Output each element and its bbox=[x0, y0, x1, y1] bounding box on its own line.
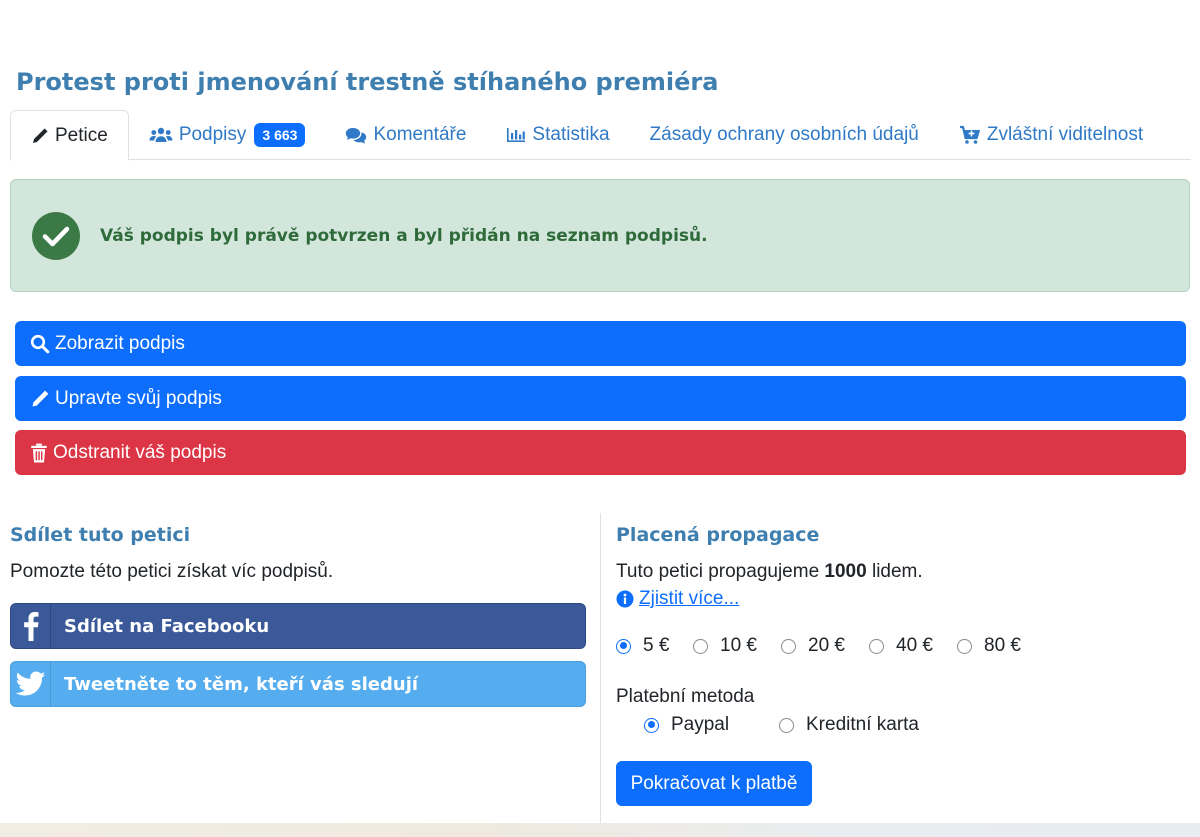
amount-label: 10 € bbox=[720, 635, 757, 656]
view-signature-button[interactable]: Zobrazit podpis bbox=[15, 321, 1186, 366]
amount-label: 80 € bbox=[984, 635, 1021, 656]
cart-plus-icon bbox=[959, 125, 980, 144]
payment-label: Kreditní karta bbox=[806, 714, 919, 735]
button-label: Zobrazit podpis bbox=[55, 332, 185, 354]
button-label: Odstranit váš podpis bbox=[53, 441, 227, 463]
radio-unselected bbox=[957, 638, 972, 654]
bottom-edge bbox=[0, 823, 1200, 837]
payment-label: Paypal bbox=[671, 714, 730, 735]
radio-selected bbox=[616, 638, 631, 654]
tab-statistika[interactable]: Statistika bbox=[486, 110, 629, 160]
column-divider bbox=[600, 513, 601, 823]
check-circle-icon bbox=[32, 211, 80, 260]
amount-option-80[interactable]: 80 € bbox=[957, 635, 1021, 657]
tab-label: Podpisy bbox=[178, 124, 247, 145]
tab-label: Zvláštní viditelnost bbox=[986, 124, 1144, 145]
info-circle-icon bbox=[616, 590, 634, 608]
tab-privacy-policy[interactable]: Zásady ochrany osobních údajů bbox=[630, 110, 939, 160]
amount-option-20[interactable]: 20 € bbox=[781, 635, 845, 657]
bar-chart-icon bbox=[507, 128, 526, 142]
facebook-icon bbox=[11, 604, 51, 648]
users-icon bbox=[149, 127, 173, 142]
promo-text-after: lidem. bbox=[871, 561, 923, 582]
tab-petice[interactable]: Petice bbox=[10, 110, 129, 161]
share-description: Pomozte této petici získat víc podpisů. bbox=[10, 561, 334, 582]
signature-count-badge: 3 663 bbox=[254, 123, 306, 147]
payment-option-paypal[interactable]: Paypal bbox=[644, 714, 729, 736]
promo-text-before: Tuto petici propagujeme bbox=[616, 561, 820, 582]
promo-heading: Placená propagace bbox=[616, 524, 820, 546]
learn-more-link[interactable]: Zjistit více... bbox=[616, 588, 739, 610]
amount-label: 20 € bbox=[808, 635, 845, 656]
search-icon bbox=[30, 334, 50, 353]
tab-label: Petice bbox=[55, 124, 108, 146]
payment-option-credit-card[interactable]: Kreditní karta bbox=[779, 714, 919, 736]
delete-signature-button[interactable]: Odstranit váš podpis bbox=[15, 430, 1186, 475]
tab-podpisy[interactable]: Podpisy 3 663 bbox=[129, 110, 326, 160]
amount-label: 40 € bbox=[896, 635, 933, 656]
payment-method-label: Platební metoda bbox=[616, 686, 755, 707]
page: Protest proti jmenování trestně stíhanéh… bbox=[0, 0, 1200, 837]
tab-label: Statistika bbox=[532, 124, 610, 145]
amount-label: 5 € bbox=[643, 635, 670, 656]
tab-komentare[interactable]: Komentáře bbox=[325, 110, 486, 160]
alert-message: Váš podpis byl právě potvrzen a byl přid… bbox=[100, 225, 708, 246]
tab-bar: Petice Podpisy 3 663 Komentáře Statistik… bbox=[10, 110, 1191, 161]
trash-icon bbox=[31, 443, 47, 462]
button-label: Upravte svůj podpis bbox=[55, 387, 222, 409]
facebook-share-button[interactable]: Sdílet na Facebooku bbox=[10, 603, 586, 649]
page-title: Protest proti jmenování trestně stíhanéh… bbox=[16, 68, 719, 96]
success-alert: Váš podpis byl právě potvrzen a byl přid… bbox=[10, 179, 1190, 292]
promo-count: 1000 bbox=[824, 561, 867, 582]
pencil-icon bbox=[32, 390, 49, 406]
facebook-share-label: Sdílet na Facebooku bbox=[64, 615, 270, 637]
amount-option-10[interactable]: 10 € bbox=[693, 635, 757, 657]
tab-special-visibility[interactable]: Zvláštní viditelnost bbox=[939, 110, 1163, 160]
promo-description: Tuto petici propagujeme 1000 lidem. bbox=[616, 561, 923, 583]
radio-unselected bbox=[779, 717, 794, 733]
share-heading: Sdílet tuto petici bbox=[10, 524, 191, 546]
comments-icon bbox=[346, 128, 367, 144]
learn-more-label: Zjistit více... bbox=[639, 588, 740, 609]
tab-label: Zásady ochrany osobních údajů bbox=[649, 124, 919, 145]
radio-selected bbox=[644, 717, 659, 733]
twitter-share-button[interactable]: Tweetněte to těm, kteří vás sledují bbox=[10, 661, 586, 707]
tab-label: Komentáře bbox=[373, 124, 467, 145]
amount-option-5[interactable]: 5 € bbox=[616, 635, 669, 657]
edit-signature-button[interactable]: Upravte svůj podpis bbox=[15, 376, 1186, 421]
twitter-share-label: Tweetněte to těm, kteří vás sledují bbox=[64, 673, 419, 695]
continue-to-payment-button[interactable]: Pokračovat k platbě bbox=[616, 761, 812, 806]
twitter-icon bbox=[11, 662, 51, 706]
radio-unselected bbox=[869, 638, 884, 654]
radio-unselected bbox=[781, 638, 796, 654]
radio-unselected bbox=[693, 638, 708, 654]
amount-option-40[interactable]: 40 € bbox=[869, 635, 933, 657]
pencil-icon bbox=[33, 127, 48, 143]
